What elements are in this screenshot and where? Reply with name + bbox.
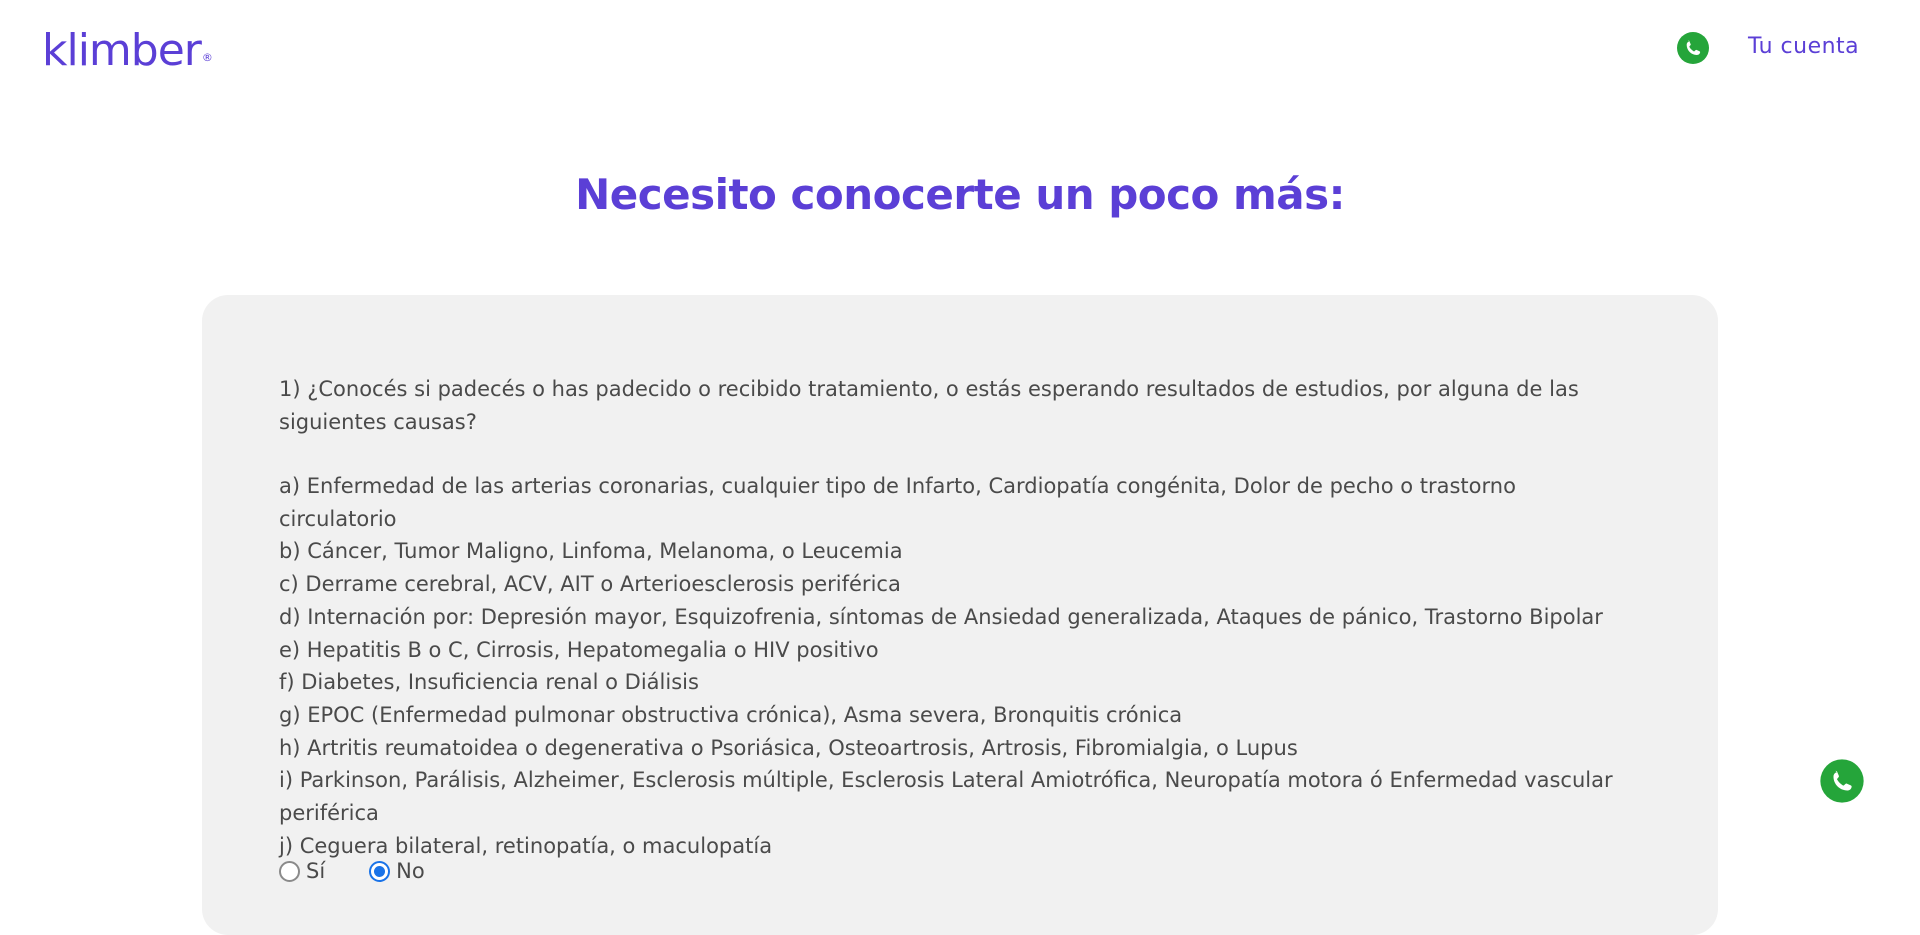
radio-yes[interactable] [279, 860, 300, 882]
logo-text: klimber [42, 25, 202, 76]
condition-item: f) Diabetes, Insuficiencia renal o Diáli… [279, 670, 699, 695]
condition-item: b) Cáncer, Tumor Maligno, Linfoma, Melan… [279, 539, 903, 564]
answer-yes-label: Sí [306, 859, 326, 883]
whatsapp-icon [1820, 759, 1864, 803]
condition-item: j) Ceguera bilateral, retinopatía, o mac… [279, 833, 773, 858]
condition-item: h) Artritis reumatoidea o degenerativa o… [279, 735, 1298, 760]
question-card: 1) ¿Conocés si padecés o has padecido o … [202, 295, 1718, 935]
whatsapp-float-button[interactable] [1819, 758, 1865, 804]
condition-item: d) Internación por: Depresión mayor, Esq… [279, 604, 1603, 629]
account-link[interactable]: Tu cuenta [1748, 34, 1859, 59]
page-title: Necesito conocerte un poco más: [575, 170, 1345, 219]
condition-item: g) EPOC (Enfermedad pulmonar obstructiva… [279, 702, 1183, 727]
condition-item: a) Enfermedad de las arterias coronarias… [279, 474, 1516, 531]
answer-no-label: No [396, 859, 425, 883]
condition-list: a) Enfermedad de las arterias coronarias… [279, 470, 1639, 862]
answer-no-option[interactable]: No [369, 859, 425, 883]
condition-item: e) Hepatitis B o C, Cirrosis, Hepatomega… [279, 637, 879, 662]
answer-radio-group: Sí No [279, 859, 425, 883]
condition-item: i) Parkinson, Parálisis, Alzheimer, Escl… [279, 768, 1613, 826]
question-text: 1) ¿Conocés si padecés o has padecido o … [279, 377, 1579, 434]
answer-yes-option[interactable]: Sí [279, 859, 325, 883]
klimber-logo[interactable]: klimber ® [42, 28, 213, 74]
radio-no[interactable] [369, 860, 391, 882]
header: klimber ® Tu cuenta [0, 0, 1920, 100]
condition-item: c) Derrame cerebral, ACV, AIT o Arterioe… [279, 572, 901, 597]
logo-registered-mark: ® [201, 51, 213, 64]
whatsapp-icon[interactable] [1676, 31, 1710, 65]
